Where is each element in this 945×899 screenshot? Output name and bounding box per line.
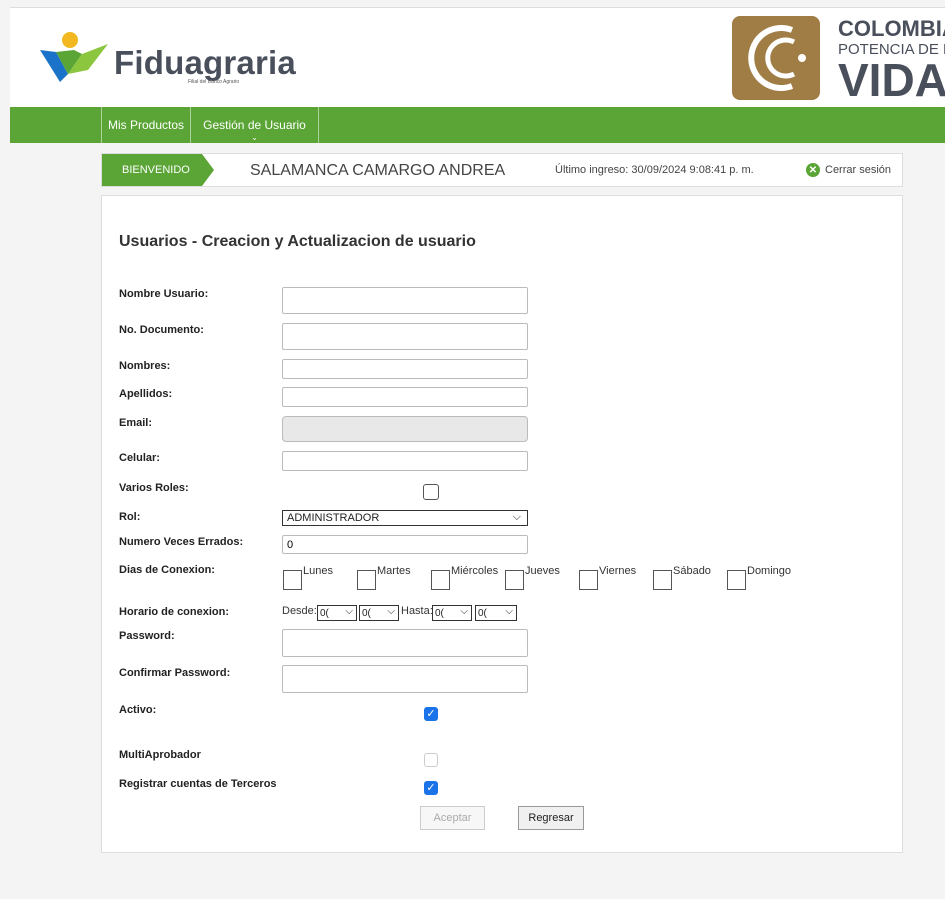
brand-name: Fiduagraria [114,44,296,81]
nav-label: Mis Productos [107,118,185,132]
day-checkbox-lunes[interactable] [283,570,302,590]
to-minute-select[interactable]: 0( ⌵ [475,605,517,621]
nav-gestion-usuario[interactable]: Gestión de Usuario ⌄ [190,107,319,143]
username-input[interactable] [282,287,528,314]
day-checkbox-viernes[interactable] [579,570,598,590]
logout-label: Cerrar sesión [825,164,892,176]
confirm-password-input[interactable] [282,665,528,693]
welcome-bar: BIENVENIDO SALAMANCA CAMARGO ANDREA Últi… [101,153,903,187]
brand-subtitle: Filial del Banco Agrario [188,79,240,85]
close-circle-icon: ✕ [806,163,820,177]
chevron-down-icon: ⌄ [251,133,258,142]
day-checkbox-sabado[interactable] [653,570,672,590]
label-active: Activo: [119,704,157,716]
chevron-down-icon: ⌵ [512,511,521,523]
multi-approver-checkbox[interactable] [424,753,438,767]
to-label: Hasta: [401,605,433,617]
day-label: Viernes [599,565,637,577]
document-input[interactable] [282,323,528,350]
label-multi-approver: MultiAprobador [119,749,201,761]
to-minute-value: 0( [478,607,487,619]
check-icon: ✓ [426,707,436,720]
label-third-party: Registrar cuentas de Terceros [119,778,277,790]
email-input[interactable] [282,416,528,442]
day-label: Domingo [747,565,792,577]
user-name: SALAMANCA CAMARGO ANDREA [250,162,506,179]
label-email: Email: [119,417,153,429]
role-select[interactable]: ADMINISTRADOR ⌵ [282,510,528,526]
nav-mis-productos[interactable]: Mis Productos [101,107,190,143]
label-password: Password: [119,630,175,642]
label-username: Nombre Usuario: [119,288,209,300]
failed-attempts-input[interactable] [282,535,528,554]
welcome-badge: BIENVENIDO [102,154,214,186]
chevron-down-icon: ⌵ [505,606,513,617]
last-login: Último ingreso: 30/09/2024 9:08:41 p. m. [555,164,754,176]
check-icon: ✓ [426,781,436,794]
from-hour-select[interactable]: 0( ⌵ [317,605,357,621]
day-label: Sábado [673,565,711,577]
multi-roles-checkbox[interactable] [423,484,439,500]
page-title: Usuarios - Creacion y Actualizacion de u… [119,233,476,250]
role-select-value: ADMINISTRADOR [287,512,380,524]
accept-button[interactable]: Aceptar [420,806,485,830]
from-minute-value: 0( [362,607,371,619]
to-hour-value: 0( [435,607,444,619]
header: Fiduagraria Filial del Banco Agrario COL… [10,8,945,107]
label-names: Nombres: [119,360,171,372]
main-nav: Mis Productos Gestión de Usuario ⌄ [10,107,945,143]
colombia-logo-icon [732,16,820,100]
back-button[interactable]: Regresar [518,806,584,830]
gov-vida: VIDA [838,54,945,106]
active-checkbox[interactable]: ✓ [424,707,438,721]
label-surnames: Apellidos: [119,388,173,400]
label-multi-roles: Varios Roles: [119,482,189,494]
day-label: Martes [377,565,411,577]
gov-title: COLOMBIA [838,16,945,41]
day-label: Jueves [525,565,560,577]
phone-input[interactable] [282,451,528,471]
label-role: Rol: [119,511,141,523]
day-label: Lunes [303,565,333,577]
third-party-checkbox[interactable]: ✓ [424,781,438,795]
day-checkbox-domingo[interactable] [727,570,746,590]
names-input[interactable] [282,359,528,379]
user-form-panel: Usuarios - Creacion y Actualizacion de u… [101,195,903,853]
from-hour-value: 0( [320,607,329,619]
surnames-input[interactable] [282,387,528,407]
chevron-down-icon: ⌵ [387,606,395,617]
label-connection-days: Dias de Conexion: [119,564,215,576]
day-label: Miércoles [451,565,499,577]
chevron-down-icon: ⌵ [460,606,468,617]
from-minute-select[interactable]: 0( ⌵ [359,605,399,621]
label-failed-attempts: Numero Veces Errados: [119,536,244,548]
day-checkbox-miercoles[interactable] [431,570,450,590]
fiduagraria-logo-icon [40,32,108,82]
chevron-down-icon: ⌵ [345,606,353,617]
day-checkbox-jueves[interactable] [505,570,524,590]
nav-label: Gestión de Usuario [203,118,306,132]
logout-link[interactable]: ✕ Cerrar sesión [806,163,891,177]
day-checkbox-martes[interactable] [357,570,376,590]
label-confirm-password: Confirmar Password: [119,667,231,679]
label-phone: Celular: [119,452,160,464]
from-label: Desde: [282,605,317,617]
to-hour-select[interactable]: 0( ⌵ [432,605,472,621]
password-input[interactable] [282,629,528,657]
label-document: No. Documento: [119,324,204,336]
label-connection-hours: Horario de conexion: [119,606,230,618]
